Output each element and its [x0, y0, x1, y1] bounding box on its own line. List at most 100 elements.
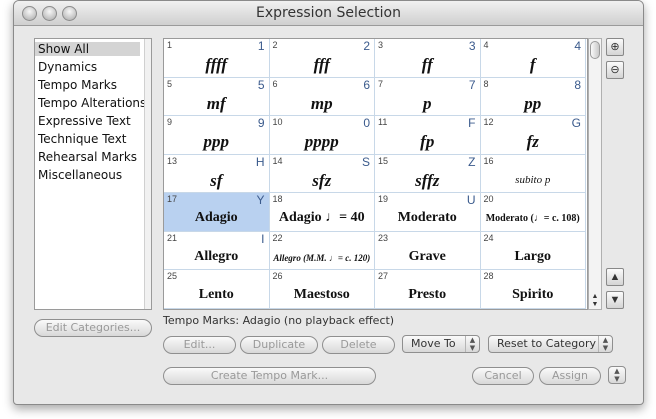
reset-to-category-popup[interactable]: Reset to Category ▲ ▼	[488, 335, 613, 353]
title-bar: Expression Selection	[14, 1, 643, 26]
cell-shortcut-key: I	[261, 231, 265, 246]
expression-cell[interactable]: 26 Maestoso	[269, 270, 375, 309]
expression-cell[interactable]: 10 0 pppp	[269, 116, 375, 155]
cell-number: 21	[167, 232, 178, 243]
cell-number: 10	[272, 117, 283, 127]
cell-shortcut-key: 6	[363, 77, 370, 92]
expression-cell[interactable]: 13 Hsf	[164, 154, 270, 193]
cell-expression-symbol: pppp	[304, 132, 339, 151]
cancel-button[interactable]: Cancel	[472, 367, 534, 385]
category-rehearsal-marks[interactable]: Rehearsal Marks	[38, 150, 137, 164]
cell-expression-symbol: fp	[420, 132, 435, 151]
cell-expression-symbol: f	[529, 55, 536, 74]
expression-cell[interactable]: 24 Largo	[480, 231, 586, 270]
assign-button[interactable]: Assign	[539, 367, 601, 385]
cell-shortcut-key: Z	[468, 154, 476, 169]
delete-button[interactable]: Delete	[322, 336, 395, 354]
cell-shortcut-key: F	[468, 116, 476, 130]
zoom-out-icon[interactable]: ⊖	[606, 61, 624, 79]
cell-number: 4	[483, 40, 489, 50]
expression-cell[interactable]: 1 1 ffff	[164, 39, 270, 78]
cell-number: 28	[483, 271, 494, 281]
cell-expression-symbol: Grave	[408, 248, 446, 264]
cell-shortcut-key: S	[361, 154, 370, 169]
cell-expression-symbol: Maestoso	[293, 287, 350, 302]
cell-expression-symbol: Largo	[514, 248, 552, 264]
cell-expression-symbol: sf	[210, 170, 223, 190]
expression-cell[interactable]: 16 subito p	[480, 154, 586, 193]
expression-cell[interactable]: 23 Grave	[375, 231, 481, 270]
cell-number: 14	[272, 155, 283, 166]
expression-cell[interactable]: 6 6 mp	[269, 77, 375, 116]
expression-cell[interactable]: 8 8 pp	[480, 77, 586, 116]
expression-selection-dialog: Expression Selection Show All Dynamics T…	[13, 0, 644, 405]
expression-cell[interactable]: 19 U Moderato	[375, 193, 481, 232]
cell-expression-symbol: Presto	[408, 287, 447, 302]
expression-cell[interactable]: 22 Allegro (M.M. ♩= c. 120)	[269, 231, 375, 270]
cell-expression-symbol: Lento	[198, 287, 234, 302]
expression-cell[interactable]: 5 5 mf	[164, 77, 270, 116]
move-down-icon[interactable]: ▼	[606, 291, 624, 309]
assign-options-popup[interactable]: ▲ ▼	[608, 366, 626, 384]
cell-number: 12	[483, 117, 494, 127]
expression-cell[interactable]: 4 4 f	[480, 39, 586, 78]
expression-cell[interactable]: 12 Gfz	[480, 116, 586, 155]
cell-shortcut-key: 5	[257, 77, 265, 92]
category-expressive-text[interactable]: Expressive Text	[38, 114, 131, 128]
cell-number: 8	[483, 78, 489, 89]
category-dynamics[interactable]: Dynamics	[38, 60, 97, 74]
cell-number: 13	[167, 155, 178, 166]
cell-expression-symbol: fff	[313, 55, 330, 74]
cell-number: 5	[167, 78, 173, 89]
expression-cell[interactable]: 28 Spirito	[480, 270, 586, 309]
cell-number: 22	[272, 232, 283, 243]
expression-cell[interactable]: 17 Y Adagio	[164, 193, 270, 232]
move-to-popup[interactable]: Move To ▲ ▼	[402, 335, 480, 353]
expression-cell[interactable]: 21 I Allegro	[164, 231, 270, 270]
grid-scroll-thumb[interactable]	[590, 41, 600, 59]
expression-cell[interactable]: 18 Adagio ♩= 40	[269, 193, 375, 232]
cell-number: 16	[483, 155, 494, 166]
duplicate-button[interactable]: Duplicate	[240, 336, 318, 354]
create-tempo-mark-button[interactable]: Create Tempo Mark...	[163, 367, 376, 385]
expression-cell[interactable]: 7 7 p	[375, 77, 481, 116]
cell-shortcut-key: 2	[363, 39, 370, 53]
cell-shortcut-key: H	[255, 154, 265, 169]
expression-cell[interactable]: 14 Ssfz	[269, 154, 375, 193]
category-miscellaneous[interactable]: Miscellaneous	[38, 168, 122, 182]
cell-shortcut-key: 1	[257, 39, 265, 53]
move-up-icon[interactable]: ▲	[606, 268, 624, 286]
category-tempo-marks[interactable]: Tempo Marks	[38, 78, 117, 92]
cell-number: 26	[272, 271, 283, 281]
expression-cell[interactable]: 25 Lento	[164, 270, 270, 309]
zoom-in-icon[interactable]: ⊕	[606, 38, 624, 56]
grid-scrollbar[interactable]: ▲ ▼	[588, 38, 602, 310]
popup-arrows-icon: ▲ ▼	[465, 336, 479, 352]
cell-number: 24	[483, 232, 494, 243]
category-list-scrollbar[interactable]	[144, 39, 151, 309]
category-tempo-alterations[interactable]: Tempo Alterations	[38, 96, 146, 110]
edit-button[interactable]: Edit...	[163, 336, 236, 354]
expression-cell[interactable]: 11 Ffp	[375, 116, 481, 155]
cell-expression-symbol: Adagio	[194, 210, 238, 225]
cell-number: 9	[167, 117, 173, 127]
cell-expression-symbol: subito p	[515, 173, 551, 186]
category-technique-text[interactable]: Technique Text	[38, 132, 127, 146]
cell-shortcut-key: U	[466, 193, 476, 207]
cell-expression-symbol: fz	[526, 132, 539, 151]
edit-categories-button[interactable]: Edit Categories...	[34, 319, 152, 337]
expression-cell[interactable]: 27 Presto	[375, 270, 481, 309]
cell-expression-symbol: Spirito	[512, 287, 554, 302]
expression-cell[interactable]: 20 Moderato (♩= c. 108)	[480, 193, 586, 232]
cell-number: 3	[378, 40, 384, 50]
category-show-all[interactable]: Show All	[35, 42, 140, 56]
expression-cell[interactable]: 3 3 ff	[375, 39, 481, 78]
cell-shortcut-key: 0	[363, 116, 370, 130]
expression-cell[interactable]: 9 9 ppp	[164, 116, 270, 155]
expression-cell[interactable]: 15 Zsffz	[375, 154, 481, 193]
cell-number: 23	[378, 232, 389, 243]
cell-number: 18	[272, 194, 283, 204]
cell-shortcut-key: G	[571, 116, 581, 130]
grid-scroll-arrows-icon[interactable]: ▲ ▼	[589, 293, 601, 309]
expression-cell[interactable]: 2 2 fff	[269, 39, 375, 78]
